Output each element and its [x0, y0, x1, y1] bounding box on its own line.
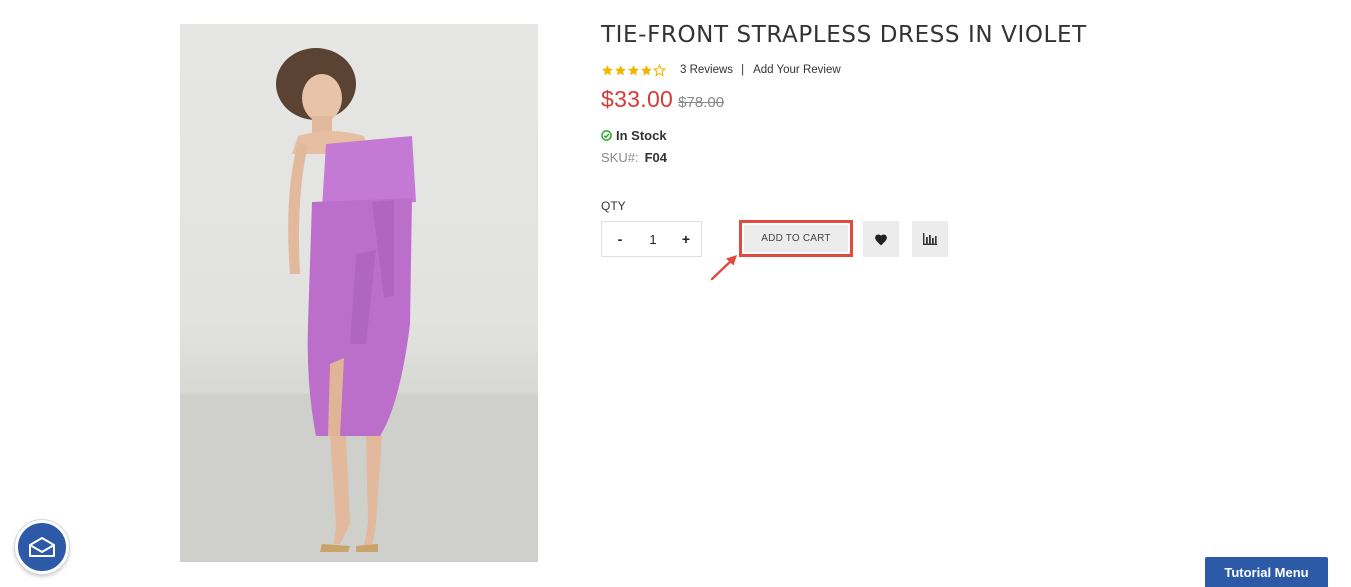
qty-increase-button[interactable]: + [680, 231, 692, 247]
envelope-icon [29, 537, 55, 557]
star-filled-icon [628, 64, 639, 75]
arrow-pointer-icon [710, 255, 737, 281]
star-filled-icon [615, 64, 626, 75]
wishlist-button[interactable] [863, 221, 899, 257]
model-wearing-violet-dress-illustration [180, 48, 538, 562]
add-to-cart-highlight: ADD TO CART [739, 220, 853, 257]
rating-row: 3 Reviews | Add Your Review [601, 62, 841, 78]
price-row: $33.00 $78.00 [601, 86, 724, 113]
bar-chart-icon [923, 233, 937, 245]
sku-label: SKU#: [601, 150, 639, 165]
qty-decrease-button[interactable]: - [614, 231, 626, 247]
star-empty-icon [653, 63, 666, 77]
reviews-link[interactable]: 3 Reviews [680, 64, 733, 76]
qty-input[interactable]: 1 [638, 232, 668, 247]
qty-label: QTY [601, 199, 626, 213]
sku-value: F04 [644, 150, 667, 165]
compare-button[interactable] [912, 221, 948, 257]
price-current: $33.00 [601, 86, 674, 112]
product-image[interactable] [180, 24, 538, 562]
tutorial-menu-button[interactable]: Tutorial Menu [1205, 557, 1328, 587]
add-to-cart-button[interactable]: ADD TO CART [744, 225, 848, 252]
add-review-link[interactable]: Add Your Review [753, 64, 841, 76]
check-circle-icon [601, 130, 612, 141]
star-filled-icon [641, 64, 652, 75]
separator: | [741, 64, 745, 76]
stock-text: In Stock [616, 128, 667, 143]
price-old: $78.00 [678, 94, 725, 111]
product-title: TIE-FRONT STRAPLESS DRESS IN VIOLET [601, 22, 1087, 48]
star-filled-icon [602, 64, 613, 75]
stock-status: In Stock [601, 128, 667, 143]
newsletter-button[interactable] [15, 520, 69, 574]
rating-stars [601, 63, 666, 77]
sku: SKU#: F04 [601, 150, 667, 165]
quantity-stepper: - 1 + [601, 221, 702, 257]
heart-icon [875, 234, 887, 245]
